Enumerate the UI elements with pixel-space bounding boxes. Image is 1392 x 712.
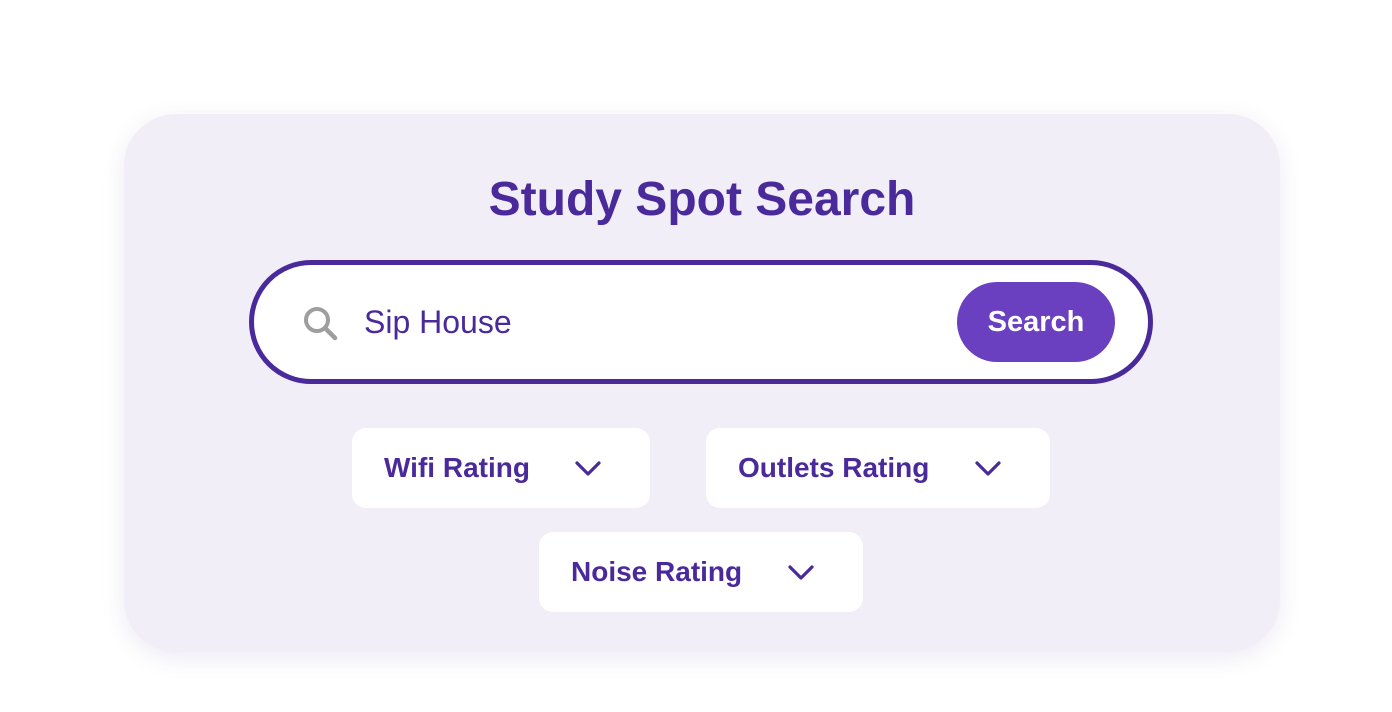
search-bar: Search bbox=[249, 260, 1153, 384]
search-button[interactable]: Search bbox=[957, 282, 1115, 362]
search-input[interactable] bbox=[364, 295, 924, 349]
noise-rating-dropdown[interactable]: Noise Rating bbox=[539, 532, 863, 612]
wifi-rating-dropdown[interactable]: Wifi Rating bbox=[352, 428, 650, 508]
page-title: Study Spot Search bbox=[488, 173, 916, 226]
chevron-down-icon bbox=[574, 458, 602, 478]
noise-rating-label: Noise Rating bbox=[571, 556, 743, 587]
search-icon bbox=[303, 306, 339, 342]
search-card: Study Spot Search Search Wifi Rating Out… bbox=[124, 114, 1280, 652]
wifi-rating-label: Wifi Rating bbox=[384, 452, 530, 483]
outlets-rating-label: Outlets Rating bbox=[738, 452, 930, 483]
outlets-rating-dropdown[interactable]: Outlets Rating bbox=[706, 428, 1050, 508]
chevron-down-icon bbox=[974, 458, 1002, 478]
chevron-down-icon bbox=[787, 562, 815, 582]
